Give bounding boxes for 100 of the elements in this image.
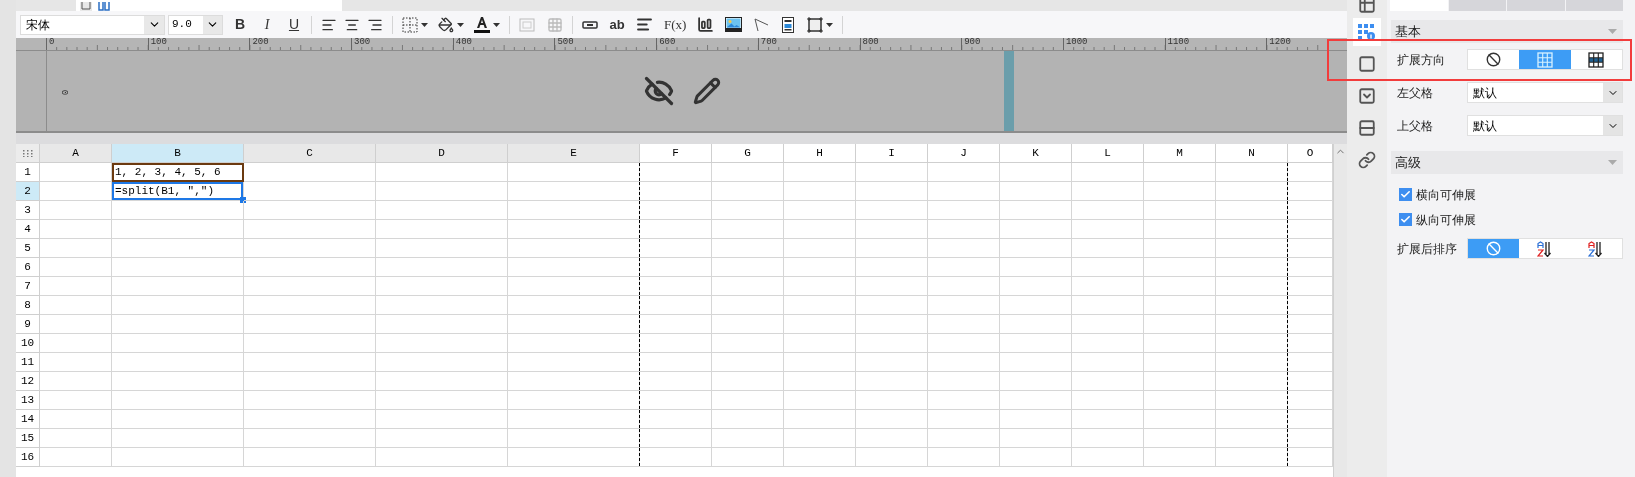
table-cell[interactable] [712,410,784,429]
table-cell[interactable]: =split(B1, ",") [112,182,244,201]
table-cell[interactable] [1000,334,1072,353]
table-cell[interactable] [244,296,376,315]
checkbox[interactable] [1399,188,1412,201]
table-cell[interactable] [712,201,784,220]
table-cell[interactable] [1216,163,1288,182]
table-cell[interactable] [856,239,928,258]
table-cell[interactable] [640,258,712,277]
table-cell[interactable] [1072,353,1144,372]
table-cell[interactable] [784,391,856,410]
column-header[interactable]: A [40,144,112,163]
italic-button[interactable]: I [256,13,278,36]
table-cell[interactable] [1216,220,1288,239]
pencil-icon[interactable] [693,77,721,105]
column-header[interactable]: L [1072,144,1144,163]
table-cell[interactable] [112,296,244,315]
table-cell[interactable] [784,448,856,467]
table-cell[interactable] [1000,448,1072,467]
table-cell[interactable] [928,315,1000,334]
table-cell[interactable] [40,163,112,182]
table-cell[interactable] [640,239,712,258]
table-cell[interactable] [928,277,1000,296]
table-cell[interactable] [640,410,712,429]
table-cell[interactable] [1216,296,1288,315]
table-cell[interactable] [1000,182,1072,201]
table-cell[interactable] [640,163,712,182]
table-cell[interactable] [1216,315,1288,334]
table-cell[interactable] [1144,220,1216,239]
table-cell[interactable] [1000,391,1072,410]
table-cell[interactable] [784,239,856,258]
table-cell[interactable] [784,372,856,391]
table-cell[interactable] [112,410,244,429]
table-cell[interactable] [640,334,712,353]
panel-tab[interactable] [1565,0,1623,11]
table-cell[interactable] [376,410,508,429]
table-cell[interactable] [928,429,1000,448]
table-cell[interactable] [1072,334,1144,353]
table-cell[interactable] [244,277,376,296]
table-cell[interactable] [1072,410,1144,429]
table-cell[interactable] [856,258,928,277]
column-header[interactable]: I [856,144,928,163]
dropdown-field[interactable]: 默认 [1467,115,1623,136]
table-cell[interactable] [856,277,928,296]
table-cell[interactable] [244,429,376,448]
table-cell[interactable] [40,239,112,258]
row-header[interactable]: 5 [16,239,40,258]
table-cell[interactable] [784,220,856,239]
table-cell[interactable] [928,220,1000,239]
row-header[interactable]: 2 [16,182,40,201]
table-cell[interactable] [376,182,508,201]
table-cell[interactable] [928,258,1000,277]
table-cell[interactable] [508,201,640,220]
table-cell[interactable] [1216,448,1288,467]
row-header[interactable]: 8 [16,296,40,315]
table-cell[interactable] [244,372,376,391]
panel-tab[interactable] [1507,0,1565,11]
table-cell[interactable] [1216,334,1288,353]
table-cell[interactable] [1216,391,1288,410]
table-cell[interactable] [1216,429,1288,448]
table-cell[interactable] [376,201,508,220]
table-cell[interactable] [640,315,712,334]
section-header[interactable]: 基本 [1391,20,1623,43]
scrollbar[interactable] [1333,144,1347,477]
table-cell[interactable]: 1, 2, 3, 4, 5, 6 [112,163,244,182]
eye-off-icon[interactable] [644,76,674,106]
table-cell[interactable] [40,182,112,201]
section-header[interactable]: 高级 [1391,151,1623,174]
table-cell[interactable] [1144,372,1216,391]
table-cell[interactable] [712,372,784,391]
table-cell[interactable] [508,448,640,467]
table-cell[interactable] [712,277,784,296]
table-cell[interactable] [1216,372,1288,391]
table-cell[interactable] [928,372,1000,391]
table-cell[interactable] [640,182,712,201]
font-size-select[interactable]: 9.0 [168,14,223,35]
table-cell[interactable] [712,429,784,448]
table-cell[interactable] [376,372,508,391]
row-header[interactable]: 12 [16,372,40,391]
table-cell[interactable] [640,220,712,239]
table-cell[interactable] [1072,220,1144,239]
table-cell[interactable] [508,296,640,315]
table-cell[interactable] [40,429,112,448]
table-cell[interactable] [1072,258,1144,277]
table-cell[interactable] [1000,220,1072,239]
row-header[interactable]: 10 [16,334,40,353]
table-cell[interactable] [244,315,376,334]
table-cell[interactable] [1144,391,1216,410]
panel-tab[interactable] [1448,0,1506,11]
row-header[interactable]: 13 [16,391,40,410]
row-header[interactable]: 11 [16,353,40,372]
table-cell[interactable] [40,448,112,467]
table-cell[interactable] [40,353,112,372]
table-cell[interactable] [508,372,640,391]
table-cell[interactable] [1000,258,1072,277]
column-header[interactable]: C [244,144,376,163]
table-cell[interactable] [1000,201,1072,220]
table-cell[interactable] [1072,163,1144,182]
table-cell[interactable] [856,429,928,448]
table-cell[interactable] [1144,448,1216,467]
